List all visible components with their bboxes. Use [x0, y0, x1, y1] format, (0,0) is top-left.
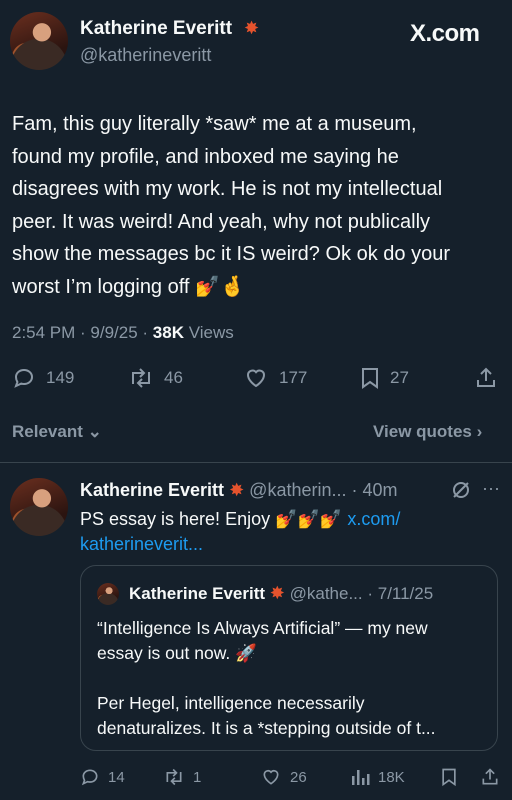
reply-icon [14, 368, 34, 388]
author-avatar[interactable] [10, 12, 68, 70]
view-quotes-link[interactable]: View quotes › [373, 422, 482, 442]
post-line: found my profile, and inboxed me saying … [12, 145, 399, 168]
repost-icon [166, 768, 182, 786]
post-meta: 2:54 PM · 9/9/25 · 38K Views [12, 323, 234, 342]
view-quotes-label: View quotes [373, 422, 472, 441]
quote-handle: @kathe... [289, 584, 363, 603]
reply-repost-button[interactable]: 1 [163, 767, 201, 787]
post-emoji: 💅🤞 [195, 275, 245, 298]
post-line: disagrees with my work. He is not my int… [12, 178, 443, 200]
like-button[interactable]: 177 [243, 366, 307, 390]
reply-avatar[interactable] [10, 478, 68, 536]
reply-button[interactable]: 149 [12, 366, 74, 390]
reply-bookmark-button[interactable] [440, 767, 458, 787]
bookmark-count: 27 [390, 368, 409, 387]
post-line-text: worst I’m logging off [12, 275, 190, 298]
quote-date: 7/11/25 [377, 584, 434, 603]
reply-count: 149 [46, 368, 75, 387]
repost-icon [132, 368, 150, 388]
quote-line: Per Hegel, intelligence necessarily [97, 693, 365, 713]
heart-icon [263, 769, 279, 785]
verified-badge-icon: ✸ [229, 480, 245, 500]
reply-text-main: PS essay is here! Enjoy [80, 509, 271, 529]
repost-button[interactable]: 46 [128, 366, 183, 390]
relevant-sort-dropdown[interactable]: Relevant ⌄ [12, 422, 102, 442]
reply-share-button[interactable] [480, 767, 500, 787]
quote-line: “Intelligence Is Always Artificial” — my… [97, 618, 428, 638]
reply-handle[interactable]: @katherin... [249, 480, 346, 500]
reply-repost-count: 1 [193, 768, 202, 786]
post-text: Fam, this guy literally *saw* me at a mu… [12, 108, 504, 303]
reply-author-name[interactable]: Katherine Everitt [80, 480, 224, 500]
relevant-label: Relevant [12, 422, 83, 441]
reply-icon [81, 769, 98, 786]
verified-badge-icon: ✸ [244, 18, 260, 38]
views-label: Views [188, 323, 234, 342]
divider [0, 462, 512, 463]
reply-like-button[interactable]: 26 [260, 767, 307, 787]
reply-text: PS essay is here! Enjoy 💅💅💅 x.com/ kathe… [80, 507, 500, 557]
reply-header: Katherine Everitt ✸ @katherin... · 40m [80, 480, 398, 500]
reply-reply-button[interactable]: 14 [80, 767, 125, 787]
quote-avatar [97, 583, 119, 605]
quote-header: Katherine Everitt ✸ @kathe... · 7/11/25 [129, 583, 434, 603]
repost-count: 46 [164, 368, 183, 387]
post-time[interactable]: 2:54 PM [12, 323, 75, 342]
rocket-emoji: 🚀 [235, 643, 257, 663]
chevron-down-icon: ⌄ [82, 422, 102, 441]
reply-link-cont[interactable]: katherineverit... [80, 534, 203, 554]
reply-views-button[interactable]: 18K [350, 767, 405, 787]
bookmark-icon [362, 368, 378, 389]
reply-reply-count: 14 [108, 768, 125, 786]
quote-text: “Intelligence Is Always Artificial” — my… [97, 616, 487, 741]
reply-emoji: 💅💅💅 [275, 509, 343, 529]
reply-age[interactable]: 40m [362, 480, 397, 500]
verified-badge-icon: ✸ [269, 583, 285, 603]
analytics-icon [352, 770, 370, 785]
share-icon [477, 367, 495, 387]
post-line: peer. It was weird! And yeah, why not pu… [12, 210, 431, 233]
reply-views-count: 18K [378, 768, 405, 786]
reply-link[interactable]: x.com/ [347, 509, 400, 529]
quoted-post-card[interactable]: Katherine Everitt ✸ @kathe... · 7/11/25 … [80, 565, 498, 751]
share-button[interactable] [474, 366, 498, 390]
more-options-icon[interactable]: ··· [482, 478, 500, 499]
like-count: 177 [279, 368, 308, 387]
brand-logo: X.com [410, 20, 480, 47]
bookmark-button[interactable]: 27 [360, 366, 409, 390]
chevron-right-icon: › [471, 422, 483, 441]
author-name[interactable]: Katherine Everitt [80, 18, 232, 40]
reply-like-count: 26 [290, 768, 307, 786]
bookmark-icon [442, 768, 456, 787]
heart-icon [246, 369, 266, 388]
quote-line: essay is out now. 🚀 [97, 643, 257, 663]
views-count: 38K [152, 323, 184, 342]
post-line: show the messages bc it IS weird? Ok ok … [12, 243, 450, 265]
grok-icon[interactable] [451, 480, 471, 500]
post-line: Fam, this guy literally *saw* me at a mu… [12, 113, 417, 135]
post-date[interactable]: 9/9/25 [90, 323, 137, 342]
share-icon [482, 768, 498, 785]
quote-author-name: Katherine Everitt [129, 584, 266, 603]
post-line: worst I’m logging off 💅🤞 [12, 271, 504, 304]
author-handle[interactable]: @katherineveritt [80, 45, 211, 66]
quote-line: denaturalizes. It is a *stepping outside… [97, 718, 436, 738]
